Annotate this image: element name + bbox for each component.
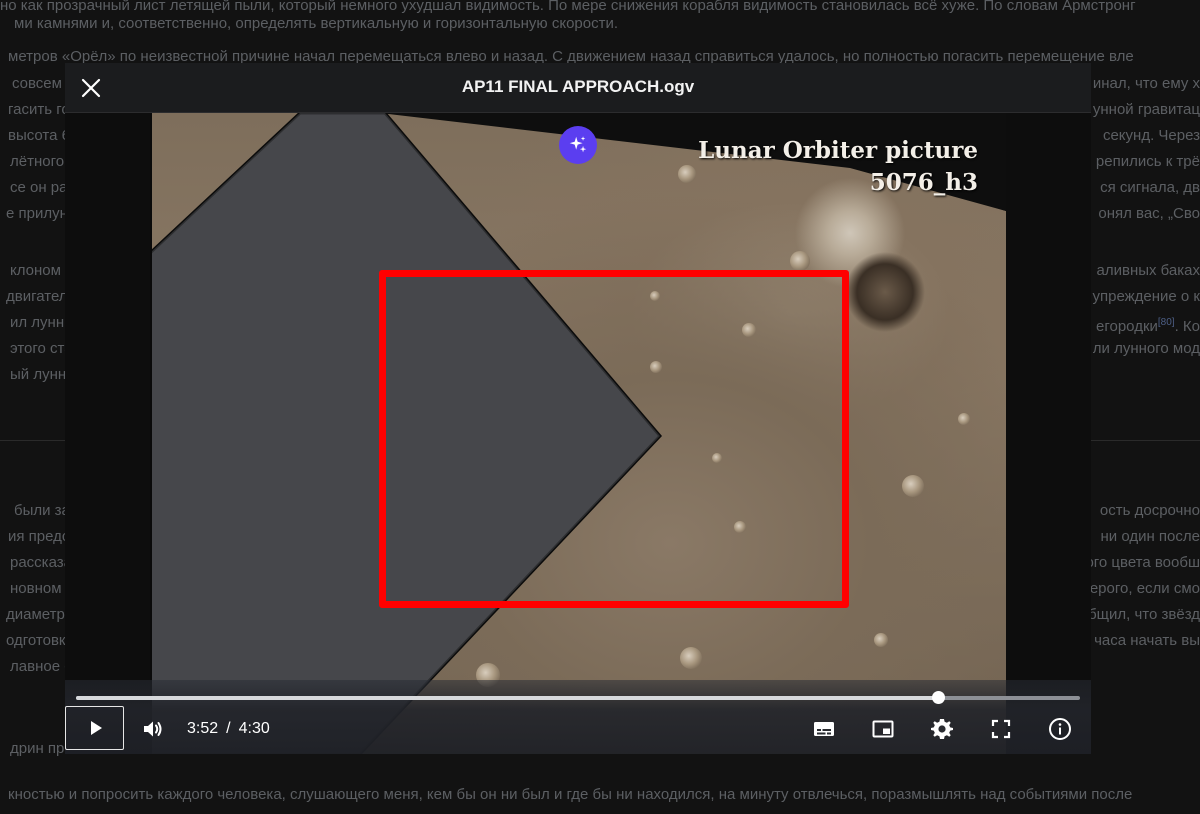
article-fragment: часа начать вы <box>1094 632 1200 649</box>
seek-bar[interactable] <box>76 691 1080 704</box>
article-fragment-text: . Ко <box>1174 318 1200 335</box>
red-highlight-box <box>379 270 849 608</box>
time-separator: / <box>226 720 231 737</box>
article-fragment: ни один после <box>1100 528 1200 545</box>
video-edge <box>150 113 152 754</box>
article-fragment: унной гравитац <box>1092 101 1200 118</box>
media-viewer-dialog: AP11 FINAL APPROACH.ogv Lunar Orbiter pi… <box>65 63 1091 754</box>
video-caption-line: 5076_h3 <box>869 169 978 196</box>
info-button[interactable] <box>1039 708 1081 750</box>
article-fragment: ого цвета вообш <box>1085 554 1200 571</box>
play-icon <box>90 721 102 735</box>
article-fragment: аливных баках <box>1096 262 1200 279</box>
article-fragment: упреждение о к <box>1092 288 1200 305</box>
article-fragment: секунд. Через <box>1102 127 1200 144</box>
gear-icon <box>931 719 953 739</box>
subtitles-button[interactable] <box>803 708 845 750</box>
article-fragment: ся сигнала, дв <box>1100 179 1200 196</box>
footnote-link[interactable]: [80] <box>1158 317 1175 328</box>
video-stage: Lunar Orbiter picture 5076_h3 3:52 / 4:3… <box>65 113 1091 754</box>
article-fragment: ость досрочно <box>1099 502 1200 519</box>
info-icon <box>1049 718 1071 740</box>
article-fragment-text: егородки <box>1096 318 1158 335</box>
article-fragment: онял вас, „Сво <box>1098 205 1200 222</box>
article-fragment: репились к трё <box>1095 153 1200 170</box>
fullscreen-button[interactable] <box>980 708 1022 750</box>
article-line: ми камнями и, соответственно, определять… <box>14 15 619 32</box>
volume-icon <box>144 721 162 737</box>
video-caption-line: Lunar Orbiter picture <box>698 137 978 164</box>
video-frame[interactable]: Lunar Orbiter picture 5076_h3 <box>150 113 1006 754</box>
duration: 4:30 <box>238 720 270 737</box>
picture-in-picture-button[interactable] <box>862 708 904 750</box>
article-fragment: инал, что ему х <box>1092 75 1200 92</box>
seek-bar-thumb[interactable] <box>932 691 946 704</box>
article-fragment: бщил, что звёзд <box>1088 606 1200 623</box>
play-button[interactable] <box>65 706 124 750</box>
article-fragment: ли лунного мод <box>1092 340 1200 357</box>
time-display: 3:52 / 4:30 <box>187 720 270 738</box>
picture-in-picture-icon <box>872 720 894 738</box>
fullscreen-icon <box>991 719 1011 739</box>
article-fragment: ерого, если смо <box>1089 580 1200 597</box>
current-time: 3:52 <box>187 720 219 737</box>
player-controls: 3:52 / 4:30 <box>65 680 1091 754</box>
article-line: кностью и попросить каждого человека, сл… <box>8 786 1133 803</box>
media-viewer-titlebar: AP11 FINAL APPROACH.ogv <box>65 63 1091 113</box>
seek-bar-played <box>76 696 939 700</box>
video-caption: Lunar Orbiter picture 5076_h3 <box>698 135 978 199</box>
volume-button[interactable] <box>132 708 174 750</box>
settings-button[interactable] <box>921 708 963 750</box>
subtitles-icon <box>814 722 834 736</box>
ai-assistant-button[interactable] <box>559 126 597 164</box>
media-title: AP11 FINAL APPROACH.ogv <box>461 77 695 96</box>
sparkle-icon <box>569 136 587 153</box>
